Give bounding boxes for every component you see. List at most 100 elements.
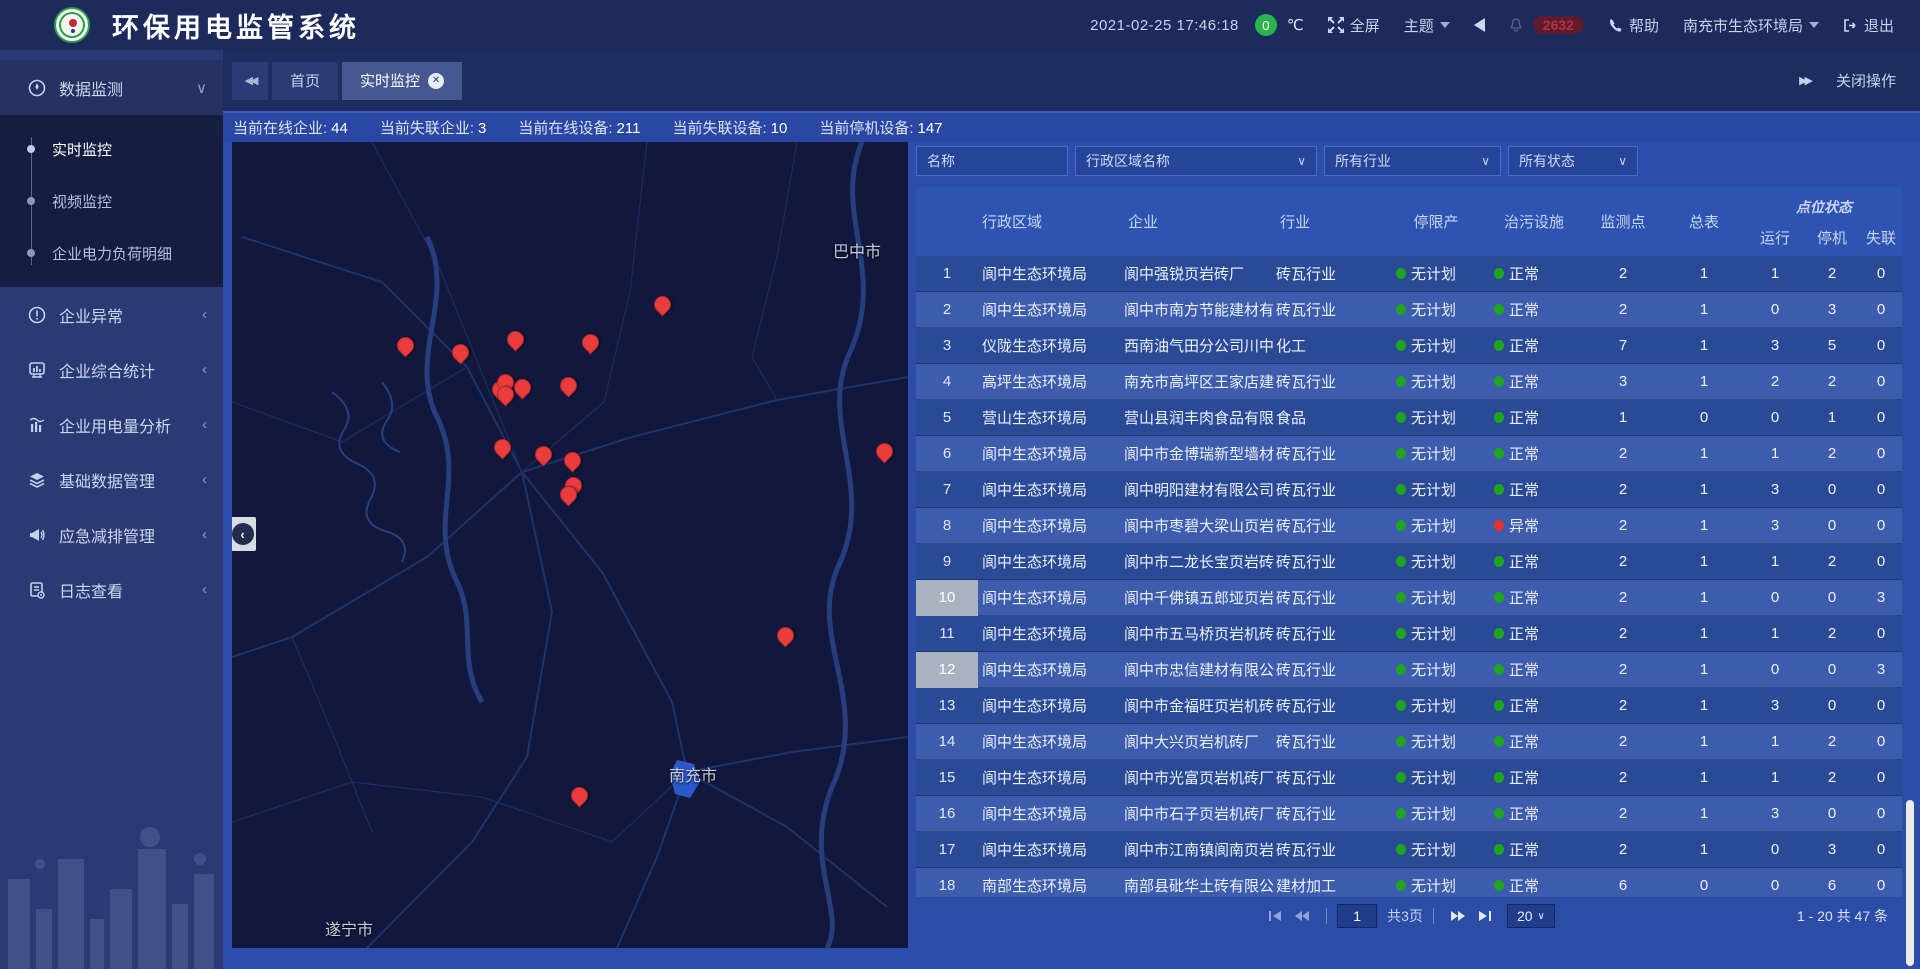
theme-dropdown[interactable]: 主题 <box>1404 15 1450 36</box>
close-icon[interactable]: ✕ <box>428 73 444 89</box>
city-skyline-decoration <box>0 819 223 969</box>
cell-industry: 砖瓦行业 <box>1276 479 1388 500</box>
page-size-select[interactable]: 20∨ <box>1507 904 1555 928</box>
status-dot-green <box>1494 736 1504 747</box>
fullscreen-button[interactable]: 全屏 <box>1328 15 1380 36</box>
sidebar-item-0[interactable]: 数据监测∨ <box>0 60 223 115</box>
cell-run-count: 0 <box>1746 841 1804 858</box>
status-dot-green <box>1494 412 1504 423</box>
chevron-down-icon: ∨ <box>1473 154 1490 168</box>
last-page-button[interactable] <box>1478 910 1491 922</box>
sidebar-item-1[interactable]: 企业异常‹ <box>0 287 223 342</box>
stat-label: 当前失联设备: <box>672 120 766 137</box>
org-dropdown[interactable]: 南充市生态环境局 <box>1683 15 1819 36</box>
table-row[interactable]: 12阆中生态环境局阆中市忠信建材有限公砖瓦行业无计划正常21003 <box>916 652 1902 688</box>
map-canvas[interactable]: 巴中市南充市遂宁市 ‹ <box>232 142 908 948</box>
sidebar-item-5[interactable]: 应急减排管理‹ <box>0 507 223 562</box>
table-row[interactable]: 8阆中生态环境局阆中市枣碧大梁山页岩砖瓦行业无计划异常21300 <box>916 508 1902 544</box>
double-triangle-right-icon <box>1450 910 1466 922</box>
cell-region: 阆中生态环境局 <box>978 299 1124 320</box>
cell-meter-count: 1 <box>1662 373 1746 390</box>
table-row[interactable]: 9阆中生态环境局阆中市二龙长宝页岩砖砖瓦行业无计划正常21120 <box>916 544 1902 580</box>
cell-limit-status: 无计划 <box>1388 407 1484 428</box>
sidebar-subitem-视频监控[interactable]: 视频监控 <box>0 175 223 227</box>
status-dot-green <box>1494 880 1504 891</box>
cell-facility-status: 正常 <box>1484 551 1584 572</box>
tabs-scroll-right-button[interactable]: ▶▶ <box>1799 74 1810 87</box>
table-row[interactable]: 17阆中生态环境局阆中市江南镇阆南页岩砖瓦行业无计划正常21030 <box>916 832 1902 868</box>
status-select[interactable]: 所有状态∨ <box>1508 146 1638 176</box>
notification-count-badge: 2632 <box>1533 16 1584 34</box>
status-dot-green <box>1396 664 1406 675</box>
cell-offline-count: 0 <box>1860 877 1902 894</box>
tab-bar: ◀◀ 首页实时监控✕ ▶▶ 关闭操作 <box>223 50 1920 113</box>
cell-meter-count: 1 <box>1662 301 1746 318</box>
table-row[interactable]: 16阆中生态环境局阆中市石子页岩机砖厂砖瓦行业无计划正常21300 <box>916 796 1902 832</box>
page-number-input[interactable] <box>1337 904 1377 928</box>
vertical-scrollbar-thumb[interactable] <box>1906 800 1914 966</box>
cell-region: 营山生态环境局 <box>978 407 1124 428</box>
logout-button[interactable]: 退出 <box>1843 15 1894 36</box>
prev-page-button[interactable] <box>1294 910 1310 922</box>
status-dot-green <box>1396 880 1406 891</box>
column-group-point-status: 点位状态 运行 停机 失联 <box>1746 187 1902 256</box>
tabs-scroll-left-button[interactable]: ◀◀ <box>232 62 268 100</box>
region-select[interactable]: 行政区域名称∨ <box>1075 146 1317 176</box>
table-row[interactable]: 18南部生态环境局南部县砒华土砖有限公建材加工无计划正常60060 <box>916 868 1902 899</box>
table-row[interactable]: 11阆中生态环境局阆中市五马桥页岩机砖砖瓦行业无计划正常21120 <box>916 616 1902 652</box>
table-row[interactable]: 5营山生态环境局营山县润丰肉食品有限食品无计划正常10010 <box>916 400 1902 436</box>
sidebar-item-2[interactable]: 企业综合统计‹ <box>0 342 223 397</box>
table-row[interactable]: 13阆中生态环境局阆中市金福旺页岩机砖砖瓦行业无计划正常21300 <box>916 688 1902 724</box>
cell-industry: 砖瓦行业 <box>1276 515 1388 536</box>
sidebar-item-3[interactable]: 企业用电量分析‹ <box>0 397 223 452</box>
table-row[interactable]: 2阆中生态环境局阆中市南方节能建材有砖瓦行业无计划正常21030 <box>916 292 1902 328</box>
double-chevron-left-icon: ◀◀ <box>245 74 256 87</box>
first-page-button[interactable] <box>1269 910 1282 922</box>
cell-stop-count: 0 <box>1804 661 1860 678</box>
log-file-icon <box>27 580 47 600</box>
table-row[interactable]: 10阆中生态环境局阆中千佛镇五郎垭页岩砖瓦行业无计划正常21003 <box>916 580 1902 616</box>
mute-button[interactable] <box>1474 18 1485 32</box>
table-row[interactable]: 6阆中生态环境局阆中市金博瑞新型墙材砖瓦行业无计划正常21120 <box>916 436 1902 472</box>
row-number: 8 <box>916 508 978 544</box>
industry-select[interactable]: 所有行业∨ <box>1324 146 1501 176</box>
cell-limit-status: 无计划 <box>1388 803 1484 824</box>
cell-limit-status: 无计划 <box>1388 263 1484 284</box>
tab-首页[interactable]: 首页 <box>272 62 338 100</box>
cell-limit-status: 无计划 <box>1388 731 1484 752</box>
help-button[interactable]: 帮助 <box>1608 15 1659 36</box>
chevron-left-icon: ‹ <box>202 581 207 598</box>
cell-facility-status: 正常 <box>1484 623 1584 644</box>
cell-offline-count: 0 <box>1860 805 1902 822</box>
cell-offline-count: 0 <box>1860 337 1902 354</box>
skip-last-icon <box>1478 910 1491 922</box>
cell-stop-count: 2 <box>1804 373 1860 390</box>
gauge-icon <box>27 78 47 98</box>
cell-run-count: 1 <box>1746 445 1804 462</box>
table-row[interactable]: 4高坪生态环境局南充市高坪区王家店建砖瓦行业无计划正常31220 <box>916 364 1902 400</box>
column-header-meter: 总表 <box>1662 187 1746 256</box>
table-row[interactable]: 1阆中生态环境局阆中强锐页岩砖厂砖瓦行业无计划正常21120 <box>916 256 1902 292</box>
next-page-button[interactable] <box>1450 910 1466 922</box>
map-panel-collapse-button[interactable]: ‹ <box>232 517 256 551</box>
cell-industry: 砖瓦行业 <box>1276 623 1388 644</box>
table-row[interactable]: 15阆中生态环境局阆中市光富页岩机砖厂砖瓦行业无计划正常21120 <box>916 760 1902 796</box>
sidebar-subitem-企业电力负荷明细[interactable]: 企业电力负荷明细 <box>0 227 223 279</box>
cell-facility-status: 正常 <box>1484 479 1584 500</box>
chevron-left-icon: ‹ <box>232 523 254 545</box>
table-row[interactable]: 14阆中生态环境局阆中大兴页岩机砖厂砖瓦行业无计划正常21120 <box>916 724 1902 760</box>
name-search-input[interactable] <box>927 153 1057 169</box>
sidebar-item-4[interactable]: 基础数据管理‹ <box>0 452 223 507</box>
sidebar-item-6[interactable]: 日志查看‹ <box>0 562 223 617</box>
cell-offline-count: 3 <box>1860 661 1902 678</box>
table-row[interactable]: 7阆中生态环境局阆中明阳建材有限公司砖瓦行业无计划正常21300 <box>916 472 1902 508</box>
close-operations-button[interactable]: 关闭操作 <box>1836 70 1896 91</box>
speaker-icon <box>1474 18 1485 32</box>
cell-run-count: 0 <box>1746 301 1804 318</box>
table-row[interactable]: 3仪陇生态环境局西南油气田分公司川中化工无计划正常71350 <box>916 328 1902 364</box>
cell-offline-count: 0 <box>1860 481 1902 498</box>
tab-实时监控[interactable]: 实时监控✕ <box>342 62 462 100</box>
notifications[interactable]: 2632 <box>1509 16 1584 34</box>
row-number: 11 <box>916 616 978 652</box>
sidebar-subitem-实时监控[interactable]: 实时监控 <box>0 123 223 175</box>
